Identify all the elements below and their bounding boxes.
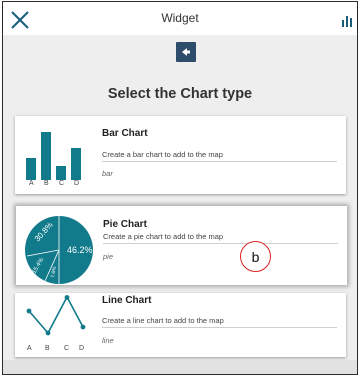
axis-label-c: C: [59, 180, 65, 187]
card-code: line: [102, 336, 114, 345]
top-bar: Widget: [3, 2, 357, 35]
card-code: bar: [102, 169, 113, 178]
axis-label-a: A: [27, 345, 32, 352]
bar-chart-icon[interactable]: [341, 13, 355, 27]
axis-label-b: B: [45, 345, 50, 352]
axis-label-d: D: [74, 180, 80, 187]
axis-label-b: B: [44, 180, 49, 187]
card-title: Bar Chart: [102, 128, 148, 139]
card-description: Create a bar chart to add to the map: [102, 150, 337, 162]
back-button[interactable]: [176, 42, 196, 62]
widget-panel: Widget Select the Chart type A B C D Bar…: [2, 1, 358, 375]
bottom-strip: [3, 360, 357, 374]
page-heading: Select the Chart type: [107, 86, 253, 102]
card-title: Line Chart: [102, 295, 152, 306]
line-chart-thumbnail: [26, 295, 86, 336]
axis-label-d: D: [79, 345, 85, 352]
axis-label-c: C: [64, 345, 70, 352]
card-description: Create a pie chart to add to the map: [103, 232, 338, 244]
window-title: Widget: [161, 11, 199, 25]
card-code: pie: [103, 252, 114, 261]
annotation-marker: b: [240, 241, 271, 272]
chart-option-pie[interactable]: 30.8% 46.2% 15.4% 7.6% Pie Chart Create …: [16, 206, 347, 285]
chart-option-line[interactable]: A B C D Line Chart Create a line chart t…: [15, 293, 346, 357]
chart-option-bar[interactable]: A B C D Bar Chart Create a bar chart to …: [15, 116, 346, 194]
card-description: Create a line chart to add to the map: [102, 316, 337, 328]
arrow-left-icon: [182, 48, 190, 56]
pie-chart-thumbnail: 30.8% 46.2% 15.4% 7.6%: [25, 216, 93, 284]
card-title: Pie Chart: [103, 219, 147, 230]
pie-label-2: 46.2%: [67, 245, 93, 255]
axis-label-a: A: [29, 180, 34, 187]
